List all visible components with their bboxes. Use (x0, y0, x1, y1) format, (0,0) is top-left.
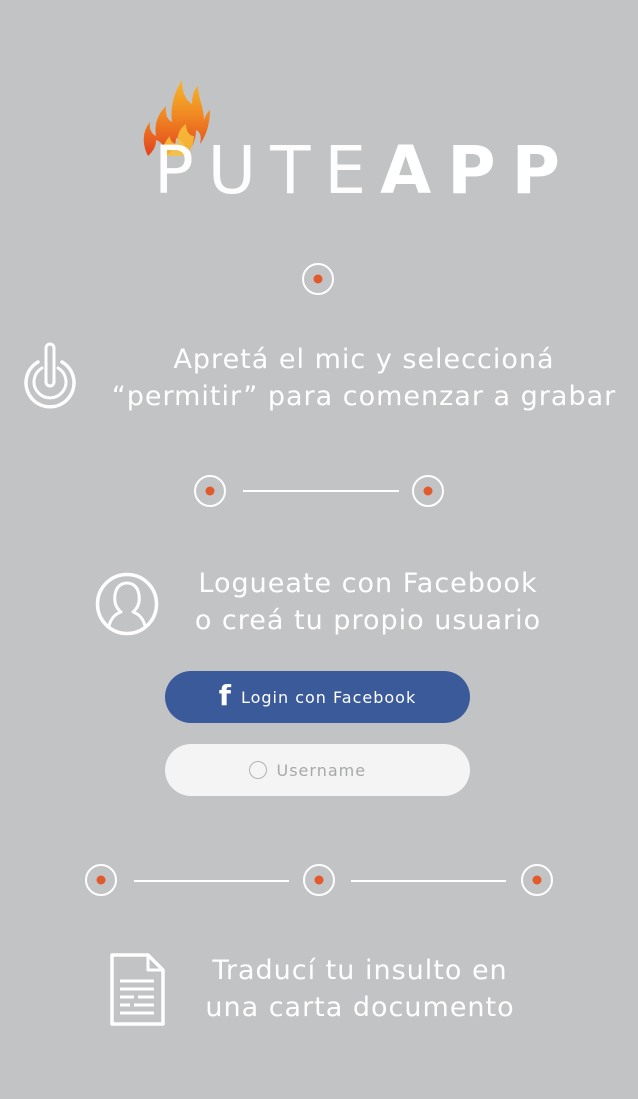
step-dot-3 (521, 864, 553, 896)
step-dot-2 (303, 864, 335, 896)
user-icon (95, 572, 159, 636)
username-field[interactable] (165, 744, 470, 796)
step-dot-1 (302, 263, 334, 295)
step-connector (243, 490, 399, 492)
step-dot-2 (412, 475, 444, 507)
app-logo-wordmark: PUTEAPP (154, 132, 576, 210)
logo-text-bold: APP (380, 132, 576, 209)
step-dot-1 (194, 475, 226, 507)
step-3-line-2: una carta documento (205, 992, 515, 1023)
document-icon (108, 953, 166, 1027)
step-2-line-1: Logueate con Facebook (198, 568, 538, 599)
step-3-line-1: Traducí tu insulto en (212, 955, 508, 986)
step-1-line-1: Apretá el mic y seleccioná (173, 344, 555, 375)
facebook-login-label: Login con Facebook (240, 687, 417, 707)
step-dot-1 (85, 864, 117, 896)
step-2-line-2: o creá tu propio usuario (194, 605, 542, 636)
step-1-line-2: “permitir” para comenzar a grabar (111, 381, 617, 412)
step-2-text: Logueate con Facebook o creá tu propio u… (168, 565, 568, 639)
facebook-login-button[interactable]: f Login con Facebook (165, 671, 470, 723)
facebook-icon: f (218, 679, 231, 712)
step-1-text: Apretá el mic y seleccioná “permitir” pa… (100, 341, 628, 415)
username-input[interactable] (276, 760, 387, 780)
step-connector (134, 880, 289, 882)
step-connector (351, 880, 506, 882)
power-icon[interactable] (18, 342, 82, 414)
logo-text-light: PUTE (154, 132, 381, 209)
step-3-text: Traducí tu insulto en una carta document… (180, 952, 540, 1026)
username-circle-icon (248, 761, 267, 779)
